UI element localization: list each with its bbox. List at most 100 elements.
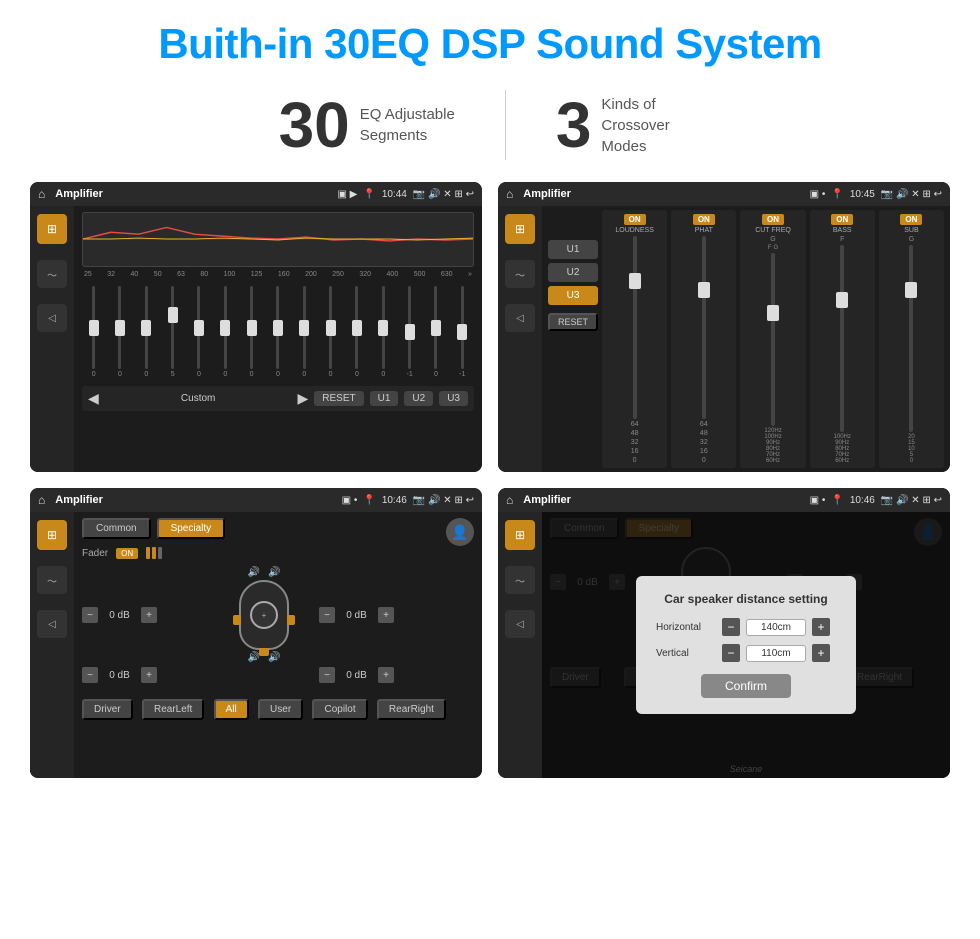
- home-icon-4[interactable]: ⌂: [506, 493, 513, 507]
- loudness-name: LOUDNESS: [615, 227, 654, 234]
- plus-tl[interactable]: +: [141, 607, 157, 623]
- minus-bl[interactable]: −: [82, 667, 98, 683]
- minus-tl[interactable]: −: [82, 607, 98, 623]
- vol-icon-btn-3[interactable]: ◁: [37, 610, 67, 638]
- db-val-br: 0 dB: [339, 670, 374, 681]
- horizontal-plus[interactable]: +: [812, 618, 830, 636]
- eq-slider-1[interactable]: 0: [82, 286, 105, 378]
- wave-icon-btn-2[interactable]: 〜: [505, 260, 535, 288]
- speaker-tr: 🔊: [268, 567, 280, 578]
- all-btn[interactable]: All: [214, 699, 249, 720]
- common-tab-3[interactable]: Common: [82, 518, 151, 539]
- fader-on[interactable]: ON: [116, 548, 138, 559]
- screen3-time: 10:46: [382, 495, 407, 506]
- play-next-btn[interactable]: ▶: [297, 390, 308, 407]
- eq-slider-10[interactable]: 0: [319, 286, 342, 378]
- screen2-title: Amplifier: [523, 188, 803, 200]
- u1-btn[interactable]: U1: [548, 240, 598, 259]
- eq-slider-14[interactable]: 0: [424, 286, 447, 378]
- dsp-reset-btn[interactable]: RESET: [548, 313, 598, 331]
- fader-label: Fader: [82, 548, 108, 559]
- minus-br[interactable]: −: [319, 667, 335, 683]
- u3-btn[interactable]: U3: [548, 286, 598, 305]
- eq-icon-btn-3[interactable]: ⊞: [37, 520, 67, 550]
- sub-slider[interactable]: [909, 245, 913, 432]
- driver-btn[interactable]: Driver: [82, 699, 133, 720]
- home-icon-1[interactable]: ⌂: [38, 187, 45, 201]
- avatar-icon-3[interactable]: 👤: [446, 518, 474, 546]
- plus-tr[interactable]: +: [378, 607, 394, 623]
- eq-slider-8[interactable]: 0: [266, 286, 289, 378]
- vol-icon-btn-4[interactable]: ◁: [505, 610, 535, 638]
- bass-on[interactable]: ON: [831, 214, 853, 225]
- vertical-plus[interactable]: +: [812, 644, 830, 662]
- phat-slider[interactable]: [702, 236, 706, 419]
- fader-bar-1: [146, 547, 150, 559]
- eq-slider-4[interactable]: 5: [161, 286, 184, 378]
- eq-icon-btn-2[interactable]: ⊞: [505, 214, 535, 244]
- page-title: Buith-in 30EQ DSP Sound System: [0, 0, 980, 78]
- specialty-tab-3[interactable]: Specialty: [157, 518, 226, 539]
- horizontal-input[interactable]: 140cm: [746, 619, 806, 636]
- u3-btn-1[interactable]: U3: [439, 391, 468, 406]
- u2-btn[interactable]: U2: [548, 263, 598, 282]
- down-arrow: [259, 648, 269, 656]
- vertical-minus[interactable]: −: [722, 644, 740, 662]
- loudness-slider[interactable]: [633, 236, 637, 419]
- rearright-btn[interactable]: RearRight: [377, 699, 446, 720]
- eq-slider-5[interactable]: 0: [187, 286, 210, 378]
- car-body: +: [239, 580, 289, 650]
- confirm-button[interactable]: Confirm: [701, 674, 791, 698]
- eq-slider-3[interactable]: 0: [135, 286, 158, 378]
- minus-tr[interactable]: −: [319, 607, 335, 623]
- eq-slider-11[interactable]: 0: [345, 286, 368, 378]
- sub-on[interactable]: ON: [900, 214, 922, 225]
- home-icon-2[interactable]: ⌂: [506, 187, 513, 201]
- eq-slider-12[interactable]: 0: [372, 286, 395, 378]
- eq-slider-6[interactable]: 0: [214, 286, 237, 378]
- stat-eq-desc: EQ AdjustableSegments: [360, 104, 455, 146]
- home-icon-3[interactable]: ⌂: [38, 493, 45, 507]
- stats-row: 30 EQ AdjustableSegments 3 Kinds ofCross…: [0, 78, 980, 182]
- plus-br[interactable]: +: [378, 667, 394, 683]
- status-bar-4: ⌂ Amplifier ▣ • 📍 10:46 📷 🔊 ✕ ⊞ ↩: [498, 488, 950, 512]
- bottom-btn-row-3: Driver RearLeft All User Copilot RearRig…: [82, 699, 446, 720]
- horizontal-minus[interactable]: −: [722, 618, 740, 636]
- phat-on[interactable]: ON: [693, 214, 715, 225]
- status-bar-2: ⌂ Amplifier ▣ • 📍 10:45 📷 🔊 ✕ ⊞ ↩: [498, 182, 950, 206]
- u2-btn-1[interactable]: U2: [404, 391, 433, 406]
- cutfreq-on[interactable]: ON: [762, 214, 784, 225]
- play-prev-btn[interactable]: ◀: [88, 390, 99, 407]
- plus-bl[interactable]: +: [141, 667, 157, 683]
- vol-icon-btn-2[interactable]: ◁: [505, 304, 535, 332]
- screen1-icons: ▣ ▶: [337, 189, 357, 200]
- reset-btn-1[interactable]: RESET: [314, 391, 363, 406]
- eq-icon-btn-4[interactable]: ⊞: [505, 520, 535, 550]
- vol-icon-btn[interactable]: ◁: [37, 304, 67, 332]
- u1-btn-1[interactable]: U1: [370, 391, 399, 406]
- bass-slider[interactable]: [840, 245, 844, 432]
- eq-slider-2[interactable]: 0: [108, 286, 131, 378]
- vertical-label: Vertical: [656, 648, 716, 659]
- rearleft-btn[interactable]: RearLeft: [142, 699, 204, 720]
- eq-freq-labels: 2532405063 80100125160200 25032040050063…: [82, 271, 474, 278]
- car-diagram: 🔊 🔊 +: [213, 567, 315, 663]
- eq-slider-15[interactable]: -1: [451, 286, 474, 378]
- wave-icon-btn[interactable]: 〜: [37, 260, 67, 288]
- screen1-pin: 📍: [363, 189, 375, 200]
- dialog-overlay: Car speaker distance setting Horizontal …: [542, 512, 950, 778]
- eq-icon-btn[interactable]: ⊞: [37, 214, 67, 244]
- wave-icon-btn-4[interactable]: 〜: [505, 566, 535, 594]
- cutfreq-slider[interactable]: [771, 253, 775, 426]
- vertical-input[interactable]: 110cm: [746, 645, 806, 662]
- screen4-icons: ▣ •: [810, 495, 826, 506]
- stat-crossover-number: 3: [556, 88, 592, 162]
- loudness-on[interactable]: ON: [624, 214, 646, 225]
- screen-dsp: ⌂ Amplifier ▣ • 📍 10:45 📷 🔊 ✕ ⊞ ↩ ⊞ 〜 ◁ …: [498, 182, 950, 472]
- eq-slider-7[interactable]: 0: [240, 286, 263, 378]
- user-btn[interactable]: User: [258, 699, 303, 720]
- wave-icon-btn-3[interactable]: 〜: [37, 566, 67, 594]
- eq-slider-13[interactable]: -1: [398, 286, 421, 378]
- copilot-btn[interactable]: Copilot: [312, 699, 367, 720]
- eq-slider-9[interactable]: 0: [293, 286, 316, 378]
